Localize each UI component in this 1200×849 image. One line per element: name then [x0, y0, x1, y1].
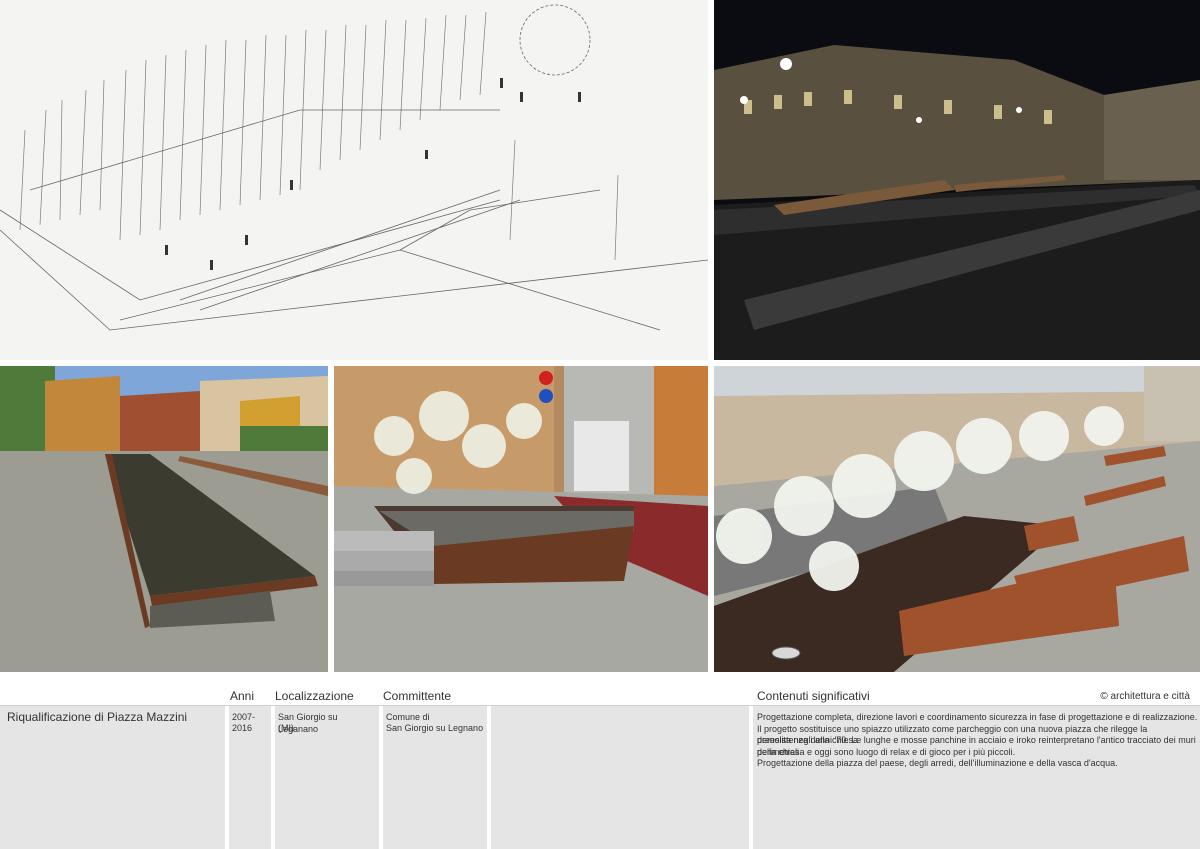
canal-photo — [0, 366, 328, 672]
anni-line-2: 2016 — [232, 723, 253, 733]
header-localizzazione: Localizzazione — [275, 689, 354, 703]
contenuti-line-5: Progettazione della piazza del paese, de… — [757, 758, 1118, 768]
night-photo — [714, 0, 1200, 360]
header-contenuti: Contenuti significativi — [757, 689, 870, 703]
sketch-image — [0, 0, 708, 360]
contenuti-line-1: Progettazione completa, direzione lavori… — [757, 712, 1198, 722]
localizzazione-line-2: (MI) — [278, 723, 294, 733]
contenuti-column: Progettazione completa, direzione lavori… — [753, 706, 1200, 849]
localizzazione-column: San Giorgio su Leganano (MI) — [275, 706, 379, 849]
copyright-label: © architettura e città — [1100, 691, 1190, 702]
title-column: Riqualificazione di Piazza Mazzini — [0, 706, 225, 849]
header-anni: Anni — [230, 689, 255, 703]
committente-line-1: Comune di — [386, 712, 430, 722]
header-committente: Committente — [383, 689, 452, 703]
anni-line-1: 2007- — [232, 712, 256, 722]
anni-column: 2007- 2016 — [229, 706, 271, 849]
contenuti-line-4: della chiesa e oggi sono luogo di relax … — [757, 746, 1016, 757]
planter-photo — [334, 366, 708, 672]
project-title: Riqualificazione di Piazza Mazzini — [7, 710, 188, 724]
benches-photo — [714, 366, 1200, 672]
blank-column — [491, 706, 749, 849]
committente-column: Comune di San Giorgio su Legnano — [383, 706, 487, 849]
committente-line-2: San Giorgio su Legnano — [386, 723, 484, 733]
